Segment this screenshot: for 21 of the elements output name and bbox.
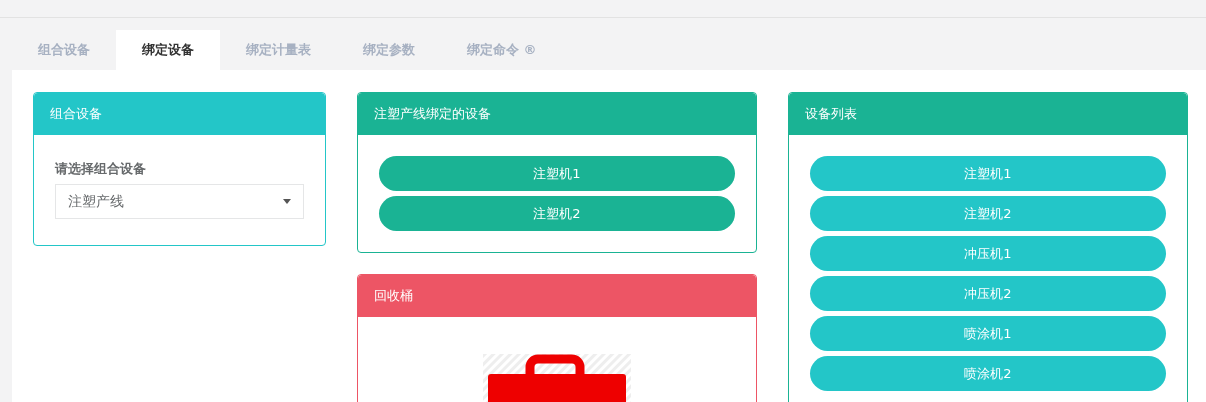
device-button[interactable]: 喷涂机2: [810, 356, 1166, 391]
panel-header: 组合设备: [34, 93, 325, 135]
select-field[interactable]: 注塑产线: [55, 183, 304, 219]
device-button[interactable]: 注塑机2: [810, 196, 1166, 231]
device-button[interactable]: 冲压机2: [810, 276, 1166, 311]
tab[interactable]: 组合设备: [12, 30, 116, 70]
device-button[interactable]: 注塑机1: [379, 156, 735, 191]
caret-icon: [283, 198, 291, 204]
device-button[interactable]: 注塑机2: [379, 196, 735, 231]
tab[interactable]: 绑定命令 ®: [441, 30, 563, 70]
tab[interactable]: 绑定计量表: [220, 30, 337, 70]
panel-header: 回收桶: [358, 275, 756, 317]
field-label: 请选择组合设备: [55, 160, 147, 178]
panel-header: 设备列表: [789, 93, 1187, 135]
tab[interactable]: 绑定设备: [116, 30, 220, 70]
device-button[interactable]: 注塑机1: [810, 156, 1166, 191]
device-button[interactable]: 冲压机1: [810, 236, 1166, 271]
toolbox-icon: [483, 354, 631, 402]
panel-header: 注塑产线绑定的设备: [358, 93, 756, 135]
tab[interactable]: 绑定参数: [337, 30, 441, 70]
device-button[interactable]: 喷涂机1: [810, 316, 1166, 351]
